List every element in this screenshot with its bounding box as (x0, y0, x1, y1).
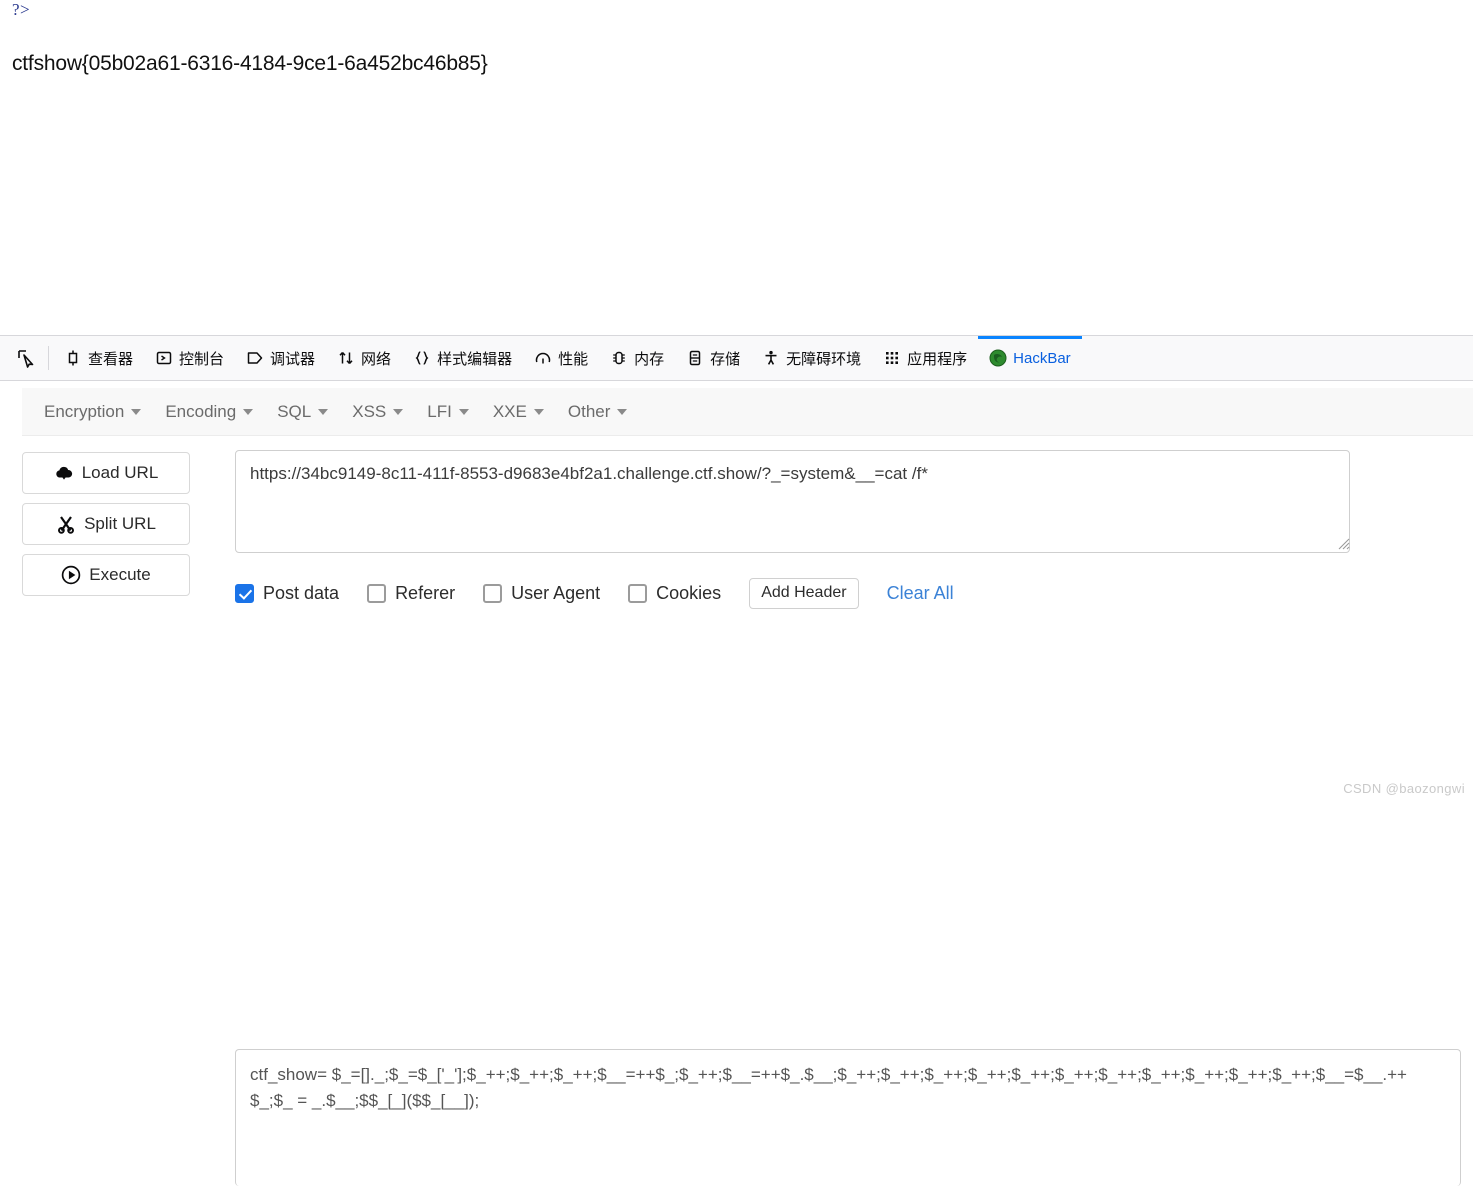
checkbox-label: User Agent (511, 583, 600, 604)
clear-all-link[interactable]: Clear All (887, 583, 954, 604)
tab-style-editor[interactable]: 样式编辑器 (402, 336, 523, 380)
hackbar-menubar: Encryption Encoding SQL XSS LFI XXE Othe… (22, 388, 1473, 436)
chevron-down-icon (393, 409, 403, 415)
menu-other[interactable]: Other (556, 397, 640, 427)
storage-icon (686, 349, 704, 367)
hackbar-icon (989, 349, 1007, 367)
tab-network[interactable]: 网络 (326, 336, 402, 380)
tab-label: 样式编辑器 (437, 348, 512, 369)
toolbar-divider (48, 346, 49, 370)
devtools-toolbar: 查看器 控制台 调试器 网络 样式编辑器 性能 (0, 335, 1473, 381)
tab-hackbar[interactable]: HackBar (978, 336, 1082, 380)
chevron-down-icon (534, 409, 544, 415)
page-output-region: ?> ctfshow{05b02a61-6316-4184-9ce1-6a452… (0, 0, 1473, 335)
checkbox-label: Post data (263, 583, 339, 604)
execute-button[interactable]: Execute (22, 554, 190, 596)
menu-encryption[interactable]: Encryption (32, 397, 153, 427)
menu-label: Encryption (44, 402, 124, 422)
flag-output-text: ctfshow{05b02a61-6316-4184-9ce1-6a452bc4… (12, 52, 488, 76)
network-icon (337, 349, 355, 367)
checkbox-cookies[interactable]: Cookies (628, 583, 721, 604)
tab-application[interactable]: 应用程序 (872, 336, 978, 380)
performance-icon (534, 349, 552, 367)
watermark-text: CSDN @baozongwi (1343, 781, 1465, 796)
action-label: Split URL (84, 514, 156, 534)
checkbox-post-data[interactable]: Post data (235, 583, 339, 604)
tab-storage[interactable]: 存储 (675, 336, 751, 380)
tab-label: HackBar (1013, 350, 1071, 367)
tab-debugger[interactable]: 调试器 (235, 336, 326, 380)
checkbox-user-agent[interactable]: User Agent (483, 583, 600, 604)
console-icon (155, 349, 173, 367)
menu-sql[interactable]: SQL (265, 397, 340, 427)
menu-xss[interactable]: XSS (340, 397, 415, 427)
menu-lfi[interactable]: LFI (415, 397, 481, 427)
tab-inspector[interactable]: 查看器 (53, 336, 144, 380)
tab-console[interactable]: 控制台 (144, 336, 235, 380)
menu-label: Other (568, 402, 611, 422)
load-url-button[interactable]: Load URL (22, 452, 190, 494)
accessibility-icon (762, 349, 780, 367)
checkbox-box[interactable] (235, 584, 254, 603)
element-picker-icon[interactable] (6, 336, 46, 380)
tab-performance[interactable]: 性能 (523, 336, 599, 380)
hackbar-panel: Encryption Encoding SQL XSS LFI XXE Othe… (0, 382, 1473, 804)
checkbox-label: Cookies (656, 583, 721, 604)
chevron-down-icon (318, 409, 328, 415)
style-editor-icon (413, 349, 431, 367)
application-icon (883, 349, 901, 367)
checkbox-box[interactable] (483, 584, 502, 603)
menu-encoding[interactable]: Encoding (153, 397, 265, 427)
checkbox-box[interactable] (367, 584, 386, 603)
tab-label: 应用程序 (907, 348, 967, 369)
inspector-icon (64, 349, 82, 367)
tab-label: 内存 (634, 348, 664, 369)
action-label: Load URL (82, 463, 159, 483)
tab-accessibility[interactable]: 无障碍环境 (751, 336, 872, 380)
chevron-down-icon (617, 409, 627, 415)
scissors-icon (56, 514, 76, 534)
menu-label: XXE (493, 402, 527, 422)
chevron-down-icon (243, 409, 253, 415)
menu-label: SQL (277, 402, 311, 422)
tab-label: 性能 (558, 348, 588, 369)
split-url-button[interactable]: Split URL (22, 503, 190, 545)
tab-memory[interactable]: 内存 (599, 336, 675, 380)
url-input-resize-handle[interactable] (1337, 537, 1350, 550)
request-options-row: Post data Referer User Agent Cookies Add… (235, 577, 954, 609)
tab-label: 调试器 (270, 348, 315, 369)
action-button-group: Load URL Split URL Execute (22, 452, 190, 605)
menu-label: XSS (352, 402, 386, 422)
tab-label: 网络 (361, 348, 391, 369)
chevron-down-icon (131, 409, 141, 415)
tab-label: 存储 (710, 348, 740, 369)
play-circle-icon (61, 565, 81, 585)
action-label: Execute (89, 565, 150, 585)
checkbox-label: Referer (395, 583, 455, 604)
add-header-button[interactable]: Add Header (749, 578, 858, 609)
debugger-icon (246, 349, 264, 367)
checkbox-referer[interactable]: Referer (367, 583, 455, 604)
url-input[interactable]: https://34bc9149-8c11-411f-8553-d9683e4b… (235, 450, 1350, 553)
chevron-down-icon (459, 409, 469, 415)
post-data-input[interactable]: ctf_show= $_=[]._;$_=$_['_'];$_++;$_++;$… (235, 1049, 1461, 1186)
tab-label: 无障碍环境 (786, 348, 861, 369)
php-close-tag-text: ?> (12, 0, 30, 20)
menu-label: LFI (427, 402, 452, 422)
menu-label: Encoding (165, 402, 236, 422)
tab-label: 查看器 (88, 348, 133, 369)
tab-label: 控制台 (179, 348, 224, 369)
memory-icon (610, 349, 628, 367)
checkbox-box[interactable] (628, 584, 647, 603)
cloud-download-icon (54, 463, 74, 483)
menu-xxe[interactable]: XXE (481, 397, 556, 427)
